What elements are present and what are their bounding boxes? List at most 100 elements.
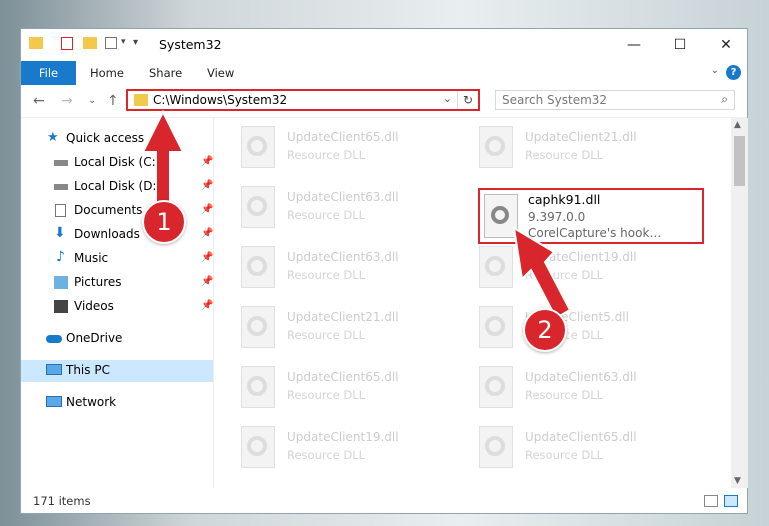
file-item[interactable]: UpdateClient19.dll Resource DLL: [459, 238, 689, 290]
sidebar-item-local-disk-c[interactable]: Local Disk (C:) 📌: [21, 152, 213, 174]
gear-icon: [247, 136, 267, 156]
forward-button[interactable]: →: [61, 93, 73, 109]
file-item[interactable]: UpdateClient63.dll Resource DLL: [459, 358, 689, 410]
title-bar: ▾ ▾ System32 — ☐ ✕: [21, 29, 747, 61]
customize-toolbar-icon[interactable]: [105, 37, 117, 49]
sidebar-item-label: Local Disk (C:): [74, 155, 161, 169]
pin-icon[interactable]: 📌: [201, 228, 213, 239]
file-type: Resource DLL: [287, 448, 366, 462]
item-count: 171 items: [33, 494, 91, 508]
file-item[interactable]: UpdateClient63.dll Resource DLL: [221, 178, 451, 230]
sidebar-item-videos[interactable]: Videos 📌: [21, 296, 213, 318]
pane-divider[interactable]: [213, 118, 214, 488]
file-item[interactable]: UpdateClient65.dll Resource DLL: [221, 358, 451, 410]
vertical-scrollbar[interactable]: ▲ ▼: [731, 118, 748, 488]
file-name: UpdateClient21.dll: [287, 310, 399, 324]
expand-ribbon-icon[interactable]: ⌄: [711, 65, 719, 76]
pin-icon[interactable]: 📌: [201, 276, 213, 287]
gear-icon: [247, 196, 267, 216]
sidebar-item-music[interactable]: ♪ Music 📌: [21, 248, 213, 270]
sidebar-item-network[interactable]: Network: [21, 392, 213, 414]
file-name: caphk91.dll: [528, 192, 601, 207]
file-item[interactable]: UpdateClient21.dll Resource DLL: [221, 298, 451, 350]
search-input[interactable]: Search System32 ⌕: [495, 90, 735, 110]
gear-icon: [247, 316, 267, 336]
videos-icon: [54, 300, 68, 313]
gear-icon: [491, 206, 509, 224]
sidebar-item-this-pc[interactable]: This PC: [21, 360, 213, 382]
ribbon-tabs: File Home Share View ⌄ ?: [21, 61, 747, 85]
folder-icon: [29, 37, 43, 49]
pin-icon[interactable]: 📌: [201, 156, 213, 167]
sidebar-item-local-disk-d[interactable]: Local Disk (D:) 📌: [21, 176, 213, 198]
sidebar-item-label: Documents: [74, 203, 143, 217]
tab-home[interactable]: Home: [90, 66, 124, 80]
document-icon: [55, 204, 66, 217]
file-item[interactable]: UpdateClient65.dll Resource DLL: [459, 418, 689, 470]
file-name: UpdateClient65.dll: [287, 370, 399, 384]
music-icon: ♪: [56, 249, 65, 265]
cloud-icon: [46, 335, 62, 343]
file-name: UpdateClient63.dll: [287, 250, 399, 264]
file-item[interactable]: UpdateClient19.dll Resource DLL: [221, 418, 451, 470]
sidebar-item-pictures[interactable]: Pictures 📌: [21, 272, 213, 294]
navigation-pane: ★ Quick access Local Disk (C:) 📌 Local D…: [21, 118, 213, 488]
computer-icon: [46, 364, 62, 375]
close-button[interactable]: ✕: [703, 29, 749, 61]
file-type: Resource DLL: [287, 388, 366, 402]
file-item[interactable]: UpdateClient5.dll Resource DLL: [459, 298, 689, 350]
address-dropdown-icon[interactable]: ⌄: [443, 92, 452, 105]
sidebar-item-quick-access[interactable]: ★ Quick access: [21, 128, 213, 150]
navigation-bar: ← → ⌄ ↑ C:\Windows\System32 ⌄ ↻ Search S…: [21, 87, 747, 118]
help-icon[interactable]: ?: [726, 65, 741, 80]
search-icon[interactable]: ⌕: [721, 92, 728, 107]
file-item[interactable]: UpdateClient65.dll Resource DLL: [221, 118, 451, 170]
scroll-up-icon[interactable]: ▲: [734, 120, 741, 130]
sidebar-item-label: Network: [66, 395, 117, 409]
pin-icon[interactable]: 📌: [201, 252, 213, 263]
file-name: UpdateClient19.dll: [287, 430, 399, 444]
gear-icon: [485, 436, 505, 456]
sidebar-item-label: Quick access: [66, 131, 145, 145]
file-name: UpdateClient65.dll: [525, 430, 637, 444]
highlighted-file-item[interactable]: caphk91.dll 9.397.0.0 CorelCapture's hoo…: [478, 188, 704, 244]
minimize-button[interactable]: —: [611, 29, 657, 61]
download-icon: ⬇: [54, 225, 66, 241]
search-placeholder: Search System32: [502, 93, 608, 107]
tab-view[interactable]: View: [207, 66, 234, 80]
file-item[interactable]: UpdateClient21.dll Resource DLL: [459, 118, 689, 170]
tab-share[interactable]: Share: [149, 66, 182, 80]
up-button[interactable]: ↑: [107, 93, 119, 109]
file-description: CorelCapture's hook…: [528, 226, 662, 240]
gear-icon: [485, 376, 505, 396]
new-folder-icon[interactable]: [83, 37, 97, 49]
gear-icon: [485, 256, 505, 276]
sidebar-item-onedrive[interactable]: OneDrive: [21, 328, 213, 350]
file-name: UpdateClient63.dll: [525, 370, 637, 384]
refresh-button[interactable]: ↻: [457, 91, 478, 109]
file-name: UpdateClient65.dll: [287, 130, 399, 144]
properties-icon[interactable]: [61, 37, 73, 50]
gear-icon: [247, 436, 267, 456]
sidebar-item-label: Local Disk (D:): [74, 179, 162, 193]
drive-icon: [54, 184, 68, 190]
network-icon: [46, 396, 62, 407]
tab-file[interactable]: File: [21, 61, 76, 85]
maximize-button[interactable]: ☐: [657, 29, 703, 61]
pin-icon[interactable]: 📌: [201, 180, 213, 191]
pin-icon[interactable]: 📌: [201, 300, 213, 311]
tiles-view-icon[interactable]: [724, 495, 738, 507]
address-path[interactable]: C:\Windows\System32: [153, 93, 287, 107]
quick-access-toolbar-separator: ▾: [133, 37, 139, 48]
details-view-icon[interactable]: [704, 495, 718, 507]
pin-icon[interactable]: 📌: [201, 204, 213, 215]
scrollbar-thumb[interactable]: [734, 136, 745, 186]
back-button[interactable]: ←: [33, 93, 45, 109]
file-name: UpdateClient21.dll: [525, 130, 637, 144]
recent-locations-button[interactable]: ⌄: [88, 95, 96, 106]
scroll-down-icon[interactable]: ▼: [734, 476, 741, 486]
sidebar-item-label: This PC: [66, 363, 110, 377]
chevron-down-icon[interactable]: ▾: [121, 37, 126, 47]
address-bar[interactable]: C:\Windows\System32 ⌄ ↻: [126, 89, 480, 111]
file-item[interactable]: UpdateClient63.dll Resource DLL: [221, 238, 451, 290]
